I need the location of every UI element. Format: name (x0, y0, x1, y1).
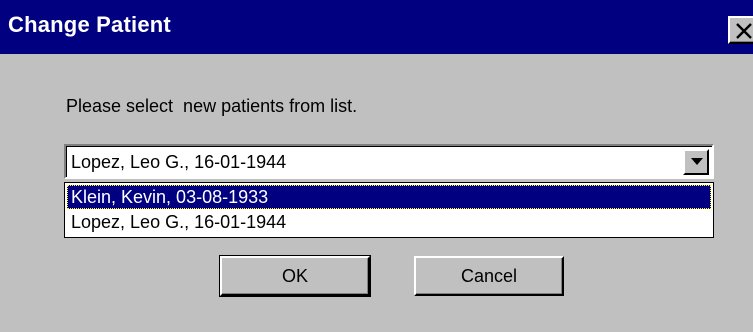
instruction-label: Please select new patients from list. (66, 96, 358, 116)
close-button[interactable] (728, 16, 753, 44)
list-item[interactable]: Lopez, Leo G., 16-01-1944 (67, 210, 711, 234)
patient-combobox[interactable]: Lopez, Leo G., 16-01-1944 (64, 144, 714, 179)
combobox-value: Lopez, Leo G., 16-01-1944 (71, 152, 287, 172)
chevron-down-icon (691, 158, 703, 165)
change-patient-dialog: Change Patient Please select new patient… (0, 0, 753, 332)
patient-dropdown-list[interactable]: Klein, Kevin, 03-08-1933 Lopez, Leo G., … (64, 182, 714, 238)
close-icon (736, 23, 752, 39)
dropdown-button[interactable] (683, 149, 709, 175)
cancel-button[interactable]: Cancel (414, 256, 564, 296)
ok-button[interactable]: OK (219, 255, 371, 297)
window-title: Change Patient (8, 12, 171, 37)
title-bar[interactable]: Change Patient (0, 0, 753, 54)
list-item[interactable]: Klein, Kevin, 03-08-1933 (67, 185, 711, 209)
